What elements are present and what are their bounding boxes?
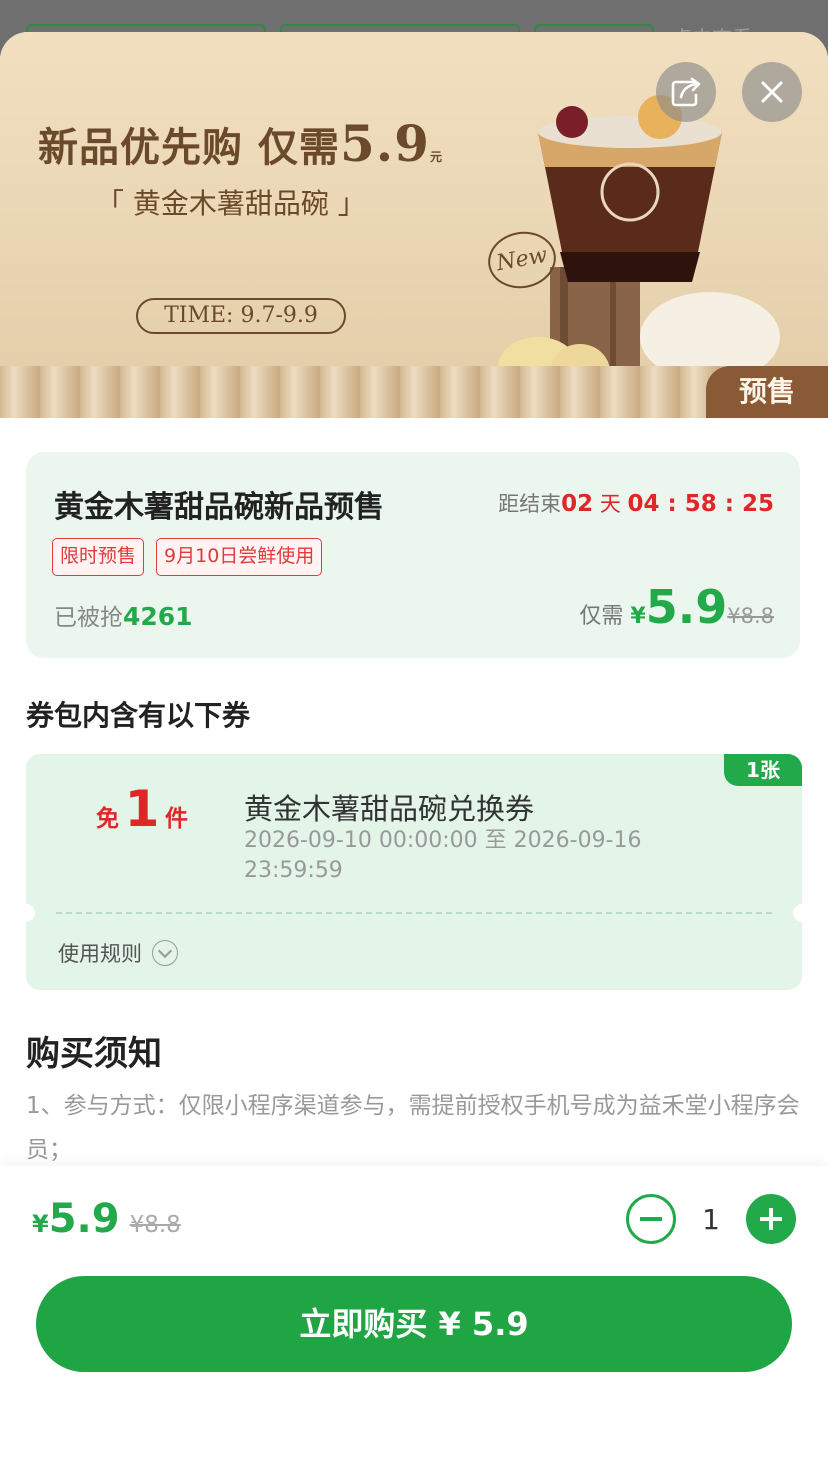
free-number: 1 xyxy=(124,780,160,838)
free-prefix: 免 xyxy=(96,806,119,832)
increase-quantity-button[interactable] xyxy=(746,1194,796,1244)
presale-activity-card: 黄金木薯甜品碗新品预售 距结束02 天 04 : 58 : 25 限时预售 9月… xyxy=(26,452,800,658)
banner-title-unit: 元 xyxy=(429,150,443,164)
bottom-price: ¥5.9 ¥8.8 xyxy=(32,1196,181,1242)
coupon-validity: 2026-09-10 00:00:00 至 2026-09-16 23:59:5… xyxy=(244,828,642,883)
countdown-label: 距结束 xyxy=(498,492,562,516)
currency-symbol: ¥ xyxy=(32,1210,49,1238)
usage-rules-toggle[interactable]: 使用规则 xyxy=(58,938,178,968)
coupon-count-badge: 1张 xyxy=(724,754,802,786)
activity-price: 仅需 ¥5.9¥8.8 xyxy=(579,580,774,634)
promo-banner: 新品优先购 仅需5.9元 「 黄金木薯甜品碗 」 TIME: 9.7-9.9 N… xyxy=(0,32,828,418)
coupon-notch xyxy=(793,904,811,922)
banner-title-text: 新品优先购 仅需 xyxy=(38,124,340,171)
decrease-quantity-button[interactable] xyxy=(626,1194,676,1244)
banner-time: TIME: 9.7-9.9 xyxy=(136,298,346,334)
free-suffix: 件 xyxy=(164,806,188,832)
price-label: 仅需 xyxy=(579,604,624,629)
banner-subtitle: 「 黄金木薯甜品碗 」 xyxy=(96,187,366,220)
coupon-divider xyxy=(56,912,772,914)
coupon-notch xyxy=(17,904,35,922)
curtain-decoration xyxy=(0,366,828,418)
bottom-original-price: ¥8.8 xyxy=(129,1212,181,1238)
countdown-day-unit: 天 xyxy=(599,492,621,516)
quantity-value: 1 xyxy=(702,1202,720,1236)
purchase-notice-heading: 购买须知 xyxy=(26,1034,162,1074)
bottom-current-price: 5.9 xyxy=(48,1196,120,1242)
usage-rules-label: 使用规则 xyxy=(58,942,142,966)
countdown: 距结束02 天 04 : 58 : 25 xyxy=(498,488,774,518)
free-item-label: 免 1 件 xyxy=(96,780,188,838)
banner-title: 新品优先购 仅需5.9元 xyxy=(38,114,443,173)
currency-symbol: ¥ xyxy=(630,604,646,629)
tag-limited-presale: 限时预售 xyxy=(52,538,145,576)
presale-tag: 预售 xyxy=(706,366,828,418)
close-button[interactable] xyxy=(742,62,802,122)
purchase-notice-text: 1、参与方式：仅限小程序渠道参与，需提前授权手机号成为益禾堂小程序会员； xyxy=(26,1093,800,1163)
grabbed-count: 已被抢4261 xyxy=(54,598,193,632)
activity-title: 黄金木薯甜品碗新品预售 xyxy=(54,490,384,525)
current-price: 5.9 xyxy=(645,580,728,634)
close-icon xyxy=(761,81,783,103)
coupon-name: 黄金木薯甜品碗兑换券 xyxy=(244,792,535,826)
bottom-purchase-bar: ¥5.9 ¥8.8 1 立即购买 ¥ 5.9 xyxy=(0,1166,828,1466)
share-icon xyxy=(671,77,701,107)
quantity-stepper: 1 xyxy=(626,1194,796,1244)
buy-now-button[interactable]: 立即购买 ¥ 5.9 xyxy=(36,1276,792,1372)
activity-tags: 限时预售 9月10日尝鲜使用 xyxy=(52,538,323,576)
coupon-section-heading: 券包内含有以下券 xyxy=(26,699,251,732)
countdown-days: 02 xyxy=(561,491,594,517)
countdown-time: 04 : 58 : 25 xyxy=(627,491,774,517)
chevron-down-icon xyxy=(152,940,178,966)
grabbed-number: 4261 xyxy=(123,602,193,631)
grabbed-label: 已被抢 xyxy=(54,605,123,631)
share-button[interactable] xyxy=(656,62,716,122)
banner-title-price: 5.9 xyxy=(339,114,430,173)
original-price: ¥8.8 xyxy=(727,604,774,628)
coupon-card: 1张 免 1 件 黄金木薯甜品碗兑换券 2026-09-10 00:00:00 … xyxy=(17,754,811,990)
product-sheet: 新品优先购 仅需5.9元 「 黄金木薯甜品碗 」 TIME: 9.7-9.9 N… xyxy=(0,32,828,1466)
tag-use-date: 9月10日尝鲜使用 xyxy=(156,538,323,576)
